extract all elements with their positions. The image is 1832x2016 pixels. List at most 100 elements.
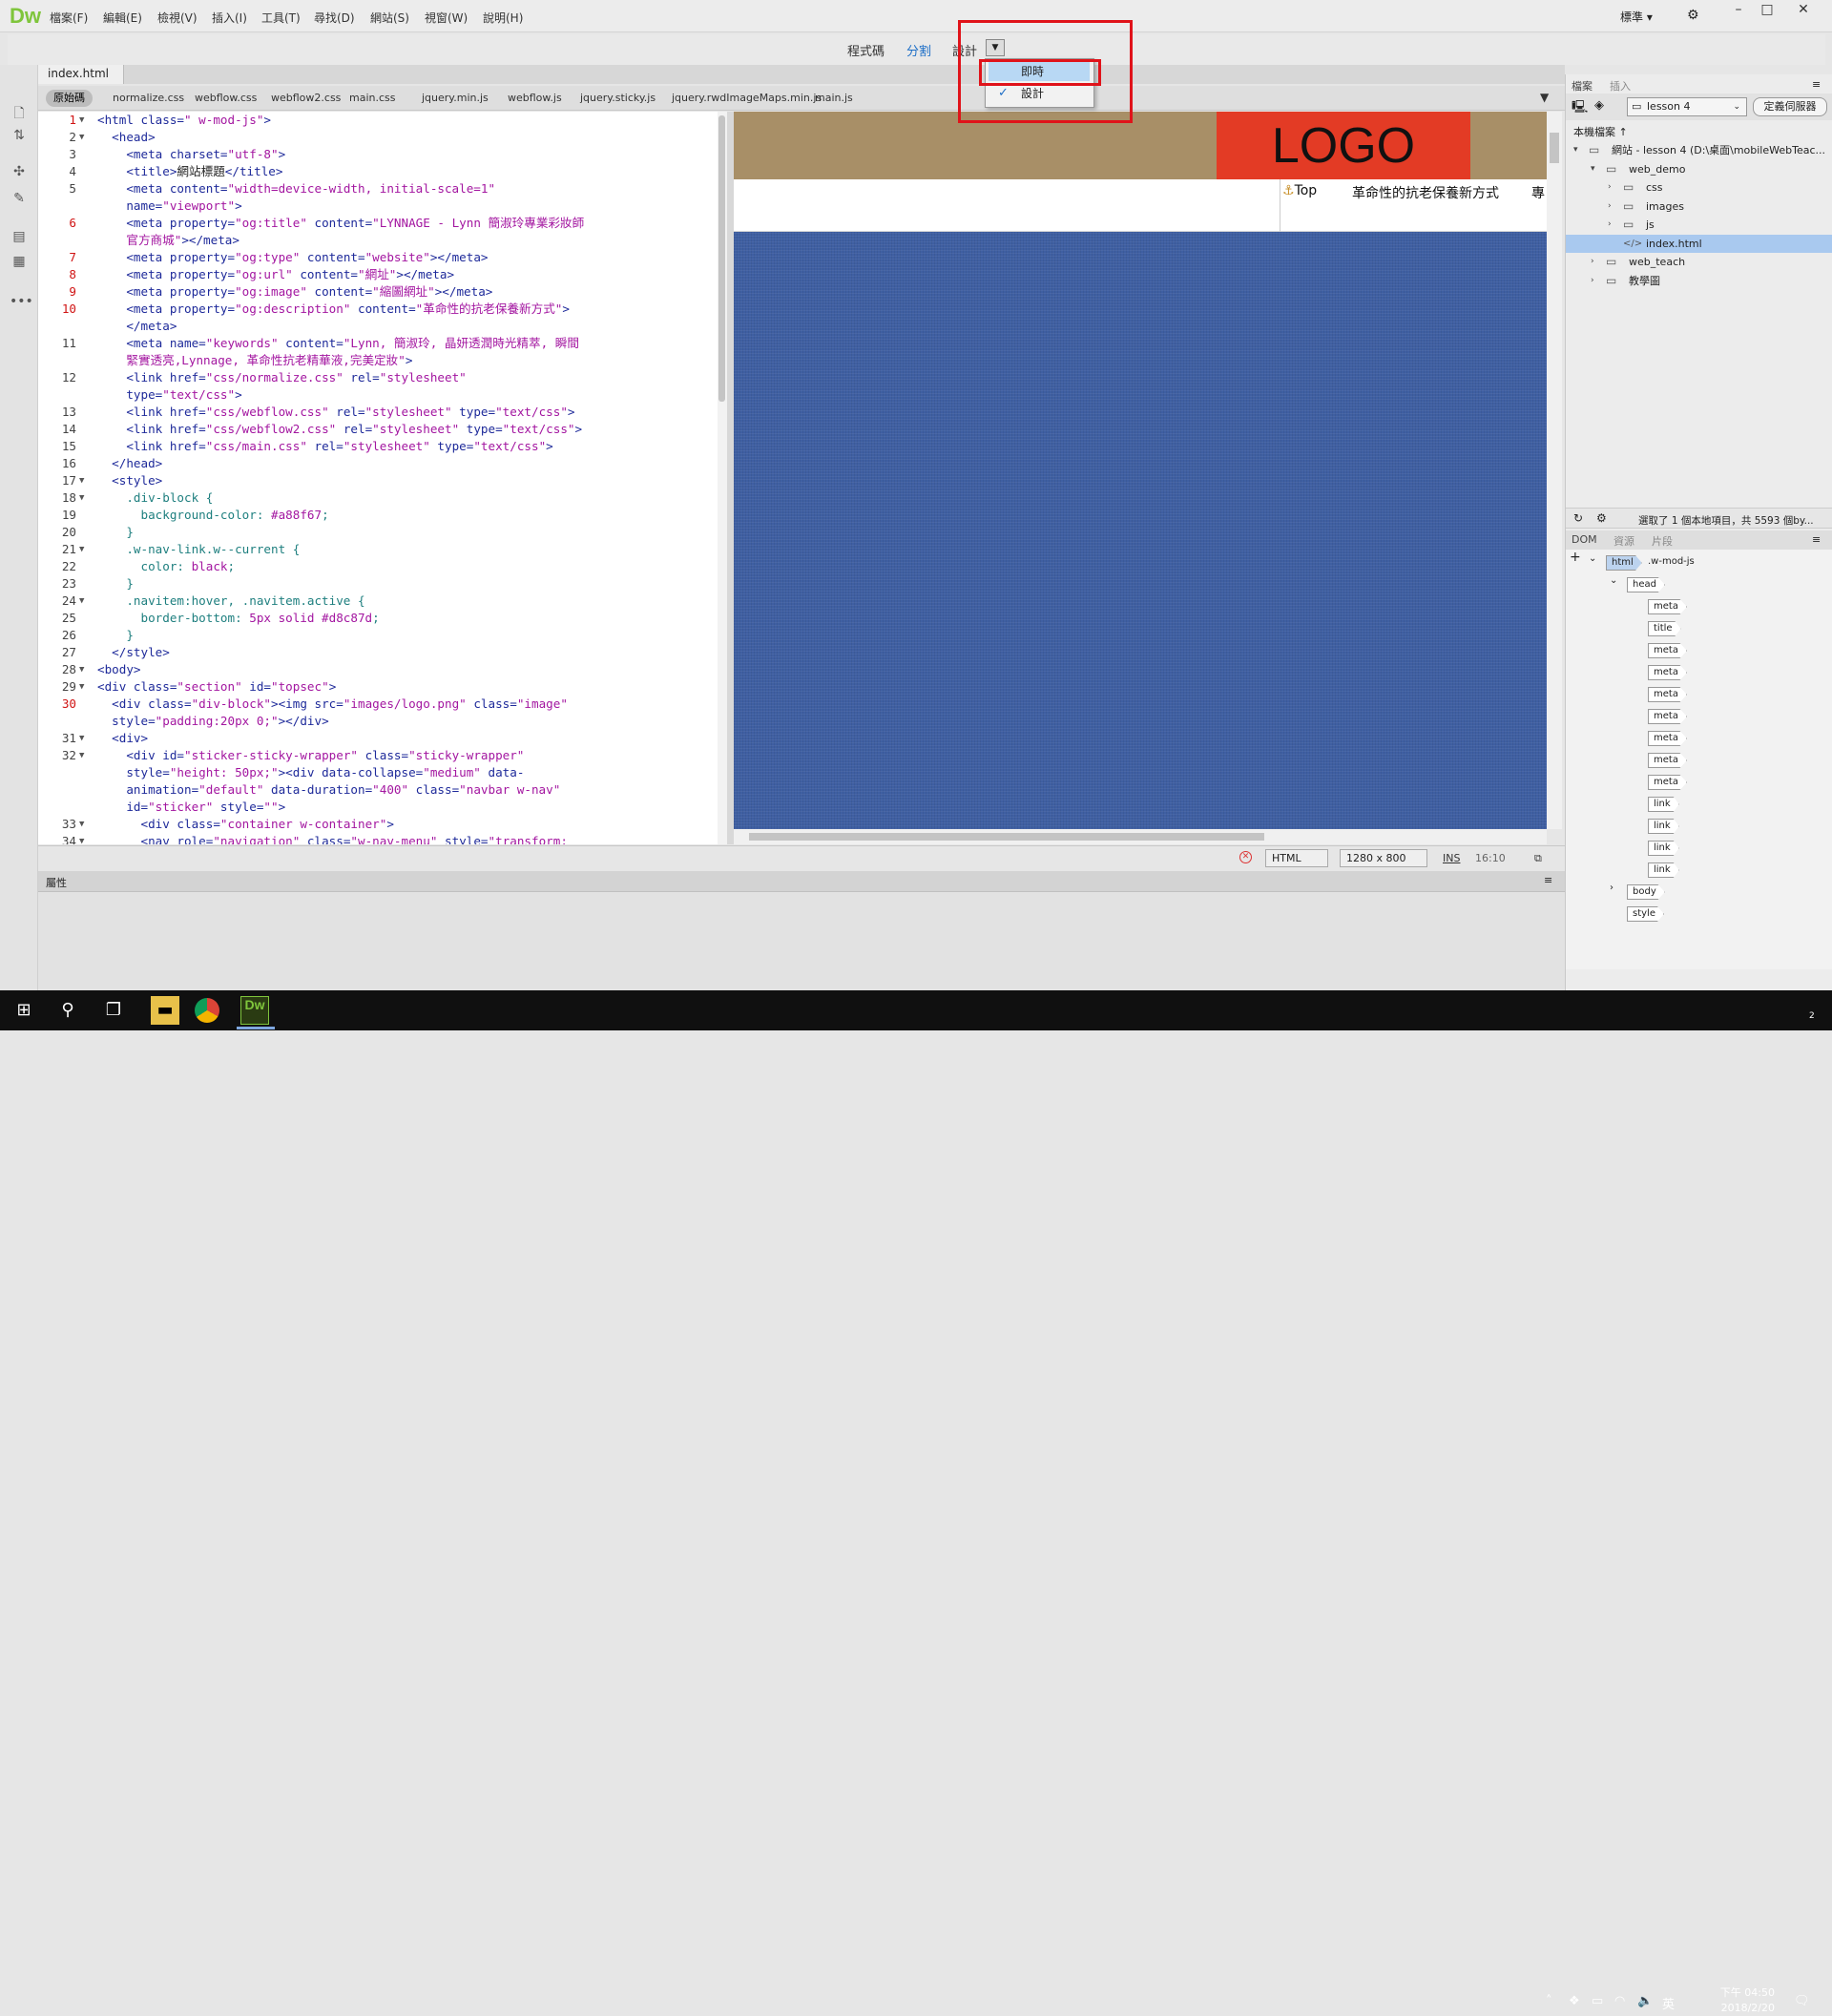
dom-panel-tab[interactable]: 資源 bbox=[1613, 533, 1634, 549]
windows-start-icon[interactable]: ⊞ bbox=[10, 996, 38, 1025]
code-line[interactable]: 7 <meta property="og:type" content="webs… bbox=[38, 249, 725, 266]
fold-arrow-icon[interactable]: ▼ bbox=[79, 661, 84, 678]
dropbox-icon[interactable]: ❖ bbox=[1569, 1994, 1580, 2008]
code-line[interactable]: 18 ▼ .div-block { bbox=[38, 489, 725, 507]
dom-panel-tab[interactable]: 片段 bbox=[1652, 533, 1673, 549]
comment-icon[interactable]: ▤ bbox=[10, 229, 29, 244]
fold-arrow-icon[interactable]: ▼ bbox=[79, 747, 84, 764]
dom-node[interactable]: link bbox=[1648, 797, 1679, 812]
code-line[interactable]: 官方商城"></meta> bbox=[38, 232, 725, 249]
code-line[interactable]: 3 <meta charset="utf-8"> bbox=[38, 146, 725, 163]
related-file-tab[interactable]: 原始碼 bbox=[46, 90, 93, 107]
dom-panel-tab[interactable]: DOM bbox=[1572, 533, 1597, 546]
code-line[interactable]: 24 ▼ .navitem:hover, .navitem.active { bbox=[38, 592, 725, 610]
tree-toggle-icon[interactable]: › bbox=[1591, 253, 1594, 271]
code-editor[interactable]: 1 ▼ <html class=" w-mod-js"> 2 ▼ <head> 3 <me… bbox=[38, 112, 727, 844]
split-divider[interactable] bbox=[727, 112, 734, 844]
clock[interactable]: 下午 04:50 2018/2/20 bbox=[1714, 1985, 1775, 2016]
dom-node[interactable]: meta bbox=[1648, 775, 1687, 790]
code-line[interactable]: 32 ▼ <div id="sticker-sticky-wrapper" cla… bbox=[38, 747, 725, 764]
code-line[interactable]: 12 <link href="css/normalize.css" rel="s… bbox=[38, 369, 725, 386]
menu-item[interactable]: 網站(S) bbox=[370, 10, 409, 26]
code-line[interactable]: 緊實透亮,Lynnage, 革命性抗老精華液,完美定妝"> bbox=[38, 352, 725, 369]
preview-icon[interactable]: ⧉ bbox=[1534, 852, 1542, 865]
file-tree-item[interactable]: › ▭ web_teach bbox=[1566, 253, 1832, 271]
code-line[interactable]: name="viewport"> bbox=[38, 197, 725, 215]
menu-item[interactable]: 說明(H) bbox=[483, 10, 523, 26]
code-line[interactable]: 34 ▼ <nav role="navigation" class="w-nav-… bbox=[38, 833, 725, 844]
code-line[interactable]: 15 <link href="css/main.css" rel="styles… bbox=[38, 438, 725, 455]
maximize-button[interactable]: □ bbox=[1754, 0, 1780, 21]
code-line[interactable]: 14 <link href="css/webflow2.css" rel="st… bbox=[38, 421, 725, 438]
code-view-button[interactable]: 程式碼 bbox=[847, 41, 885, 59]
dom-node[interactable]: meta bbox=[1648, 599, 1687, 614]
code-line[interactable]: style="height: 50px;"><div data-collapse… bbox=[38, 764, 725, 781]
fold-arrow-icon[interactable]: ▼ bbox=[79, 816, 84, 833]
document-tab[interactable]: index.html × bbox=[38, 65, 124, 98]
code-line[interactable]: type="text/css"> bbox=[38, 386, 725, 404]
insert-mode[interactable]: INS bbox=[1443, 852, 1460, 864]
code-line[interactable]: 6 <meta property="og:title" content="LYN… bbox=[38, 215, 725, 232]
tree-toggle-icon[interactable]: › bbox=[1608, 197, 1612, 216]
fold-arrow-icon[interactable]: ▼ bbox=[79, 592, 84, 610]
panel-menu-icon[interactable]: ≡ bbox=[1812, 78, 1821, 91]
git-icon[interactable]: ◈ bbox=[1594, 98, 1604, 113]
local-files-header[interactable]: 本機檔案 ↑ bbox=[1573, 124, 1628, 139]
code-line[interactable]: 8 <meta property="og:url" content="網址"><… bbox=[38, 266, 725, 283]
dom-node[interactable]: html bbox=[1606, 555, 1642, 571]
code-line[interactable]: 19 background-color: #a88f67; bbox=[38, 507, 725, 524]
menu-item[interactable]: 檔案(F) bbox=[50, 10, 88, 26]
code-line[interactable]: 9 <meta property="og:image" content="縮圖網… bbox=[38, 283, 725, 301]
tab-files[interactable]: 檔案 bbox=[1572, 78, 1593, 94]
task-view-icon[interactable]: ❐ bbox=[99, 996, 128, 1025]
fold-arrow-icon[interactable]: ▼ bbox=[79, 112, 84, 129]
related-file-tab[interactable]: webflow2.css bbox=[263, 90, 348, 107]
code-line[interactable]: 1 ▼ <html class=" w-mod-js"> bbox=[38, 112, 725, 129]
menu-item[interactable]: 工具(T) bbox=[261, 10, 301, 26]
dom-node[interactable]: meta bbox=[1648, 753, 1687, 768]
file-tree-item[interactable]: ▾ ▭ web_demo bbox=[1566, 160, 1832, 178]
chevron-up-icon[interactable]: ˄ bbox=[1546, 1994, 1552, 2008]
tree-toggle-icon[interactable]: ▾ bbox=[1573, 141, 1578, 159]
minimize-button[interactable]: – bbox=[1725, 0, 1752, 21]
dreamweaver-icon[interactable]: Dw bbox=[240, 996, 269, 1025]
tree-toggle-icon[interactable]: › bbox=[1591, 272, 1594, 290]
related-file-tab[interactable]: webflow.css bbox=[187, 90, 264, 107]
fold-arrow-icon[interactable]: ▼ bbox=[79, 129, 84, 146]
code-scroll-thumb[interactable] bbox=[718, 115, 725, 402]
logo-image[interactable]: LOGO bbox=[1217, 112, 1470, 179]
code-line[interactable]: 22 color: black; bbox=[38, 558, 725, 575]
code-line[interactable]: animation="default" data-duration="400" … bbox=[38, 781, 725, 799]
design-vscroll-thumb[interactable] bbox=[1550, 133, 1559, 163]
refresh-icon[interactable]: ↻ bbox=[1573, 511, 1583, 525]
manage-sites-button[interactable]: 定義伺服器 bbox=[1753, 97, 1827, 116]
filter-icon[interactable]: ▼ bbox=[1540, 91, 1549, 104]
fold-arrow-icon[interactable]: ▼ bbox=[79, 678, 84, 696]
dom-node[interactable]: meta bbox=[1648, 665, 1687, 680]
code-line[interactable]: 16 </head> bbox=[38, 455, 725, 472]
dom-node[interactable]: meta bbox=[1648, 687, 1687, 702]
code-line[interactable]: 5 <meta content="width=device-width, ini… bbox=[38, 180, 725, 197]
related-file-tab[interactable]: normalize.css bbox=[105, 90, 192, 107]
search-icon[interactable]: ⚲ bbox=[53, 996, 82, 1025]
file-tree-item[interactable]: ▾ ▭ 網站 - lesson 4 (D:\桌面\mobileWebTeac... bbox=[1566, 141, 1832, 159]
dom-node[interactable]: body bbox=[1627, 884, 1665, 900]
gear-icon[interactable]: ⚙ bbox=[1687, 8, 1699, 23]
dom-node[interactable]: meta bbox=[1648, 731, 1687, 746]
dom-toggle-icon[interactable]: ⌄ bbox=[1589, 553, 1596, 564]
wifi-icon[interactable]: ◠ bbox=[1614, 1994, 1625, 2008]
code-line[interactable]: 27 </style> bbox=[38, 644, 725, 661]
window-size-select[interactable]: 1280 x 800 bbox=[1340, 849, 1427, 867]
code-line[interactable]: 23 } bbox=[38, 575, 725, 592]
tree-toggle-icon[interactable]: › bbox=[1608, 178, 1612, 197]
design-view[interactable]: LOGO ⚓Top 革命性的抗老保養新方式 專 bbox=[734, 112, 1547, 844]
tab-insert[interactable]: 插入 bbox=[1610, 78, 1631, 94]
code-line[interactable]: 2 ▼ <head> bbox=[38, 129, 725, 146]
code-line[interactable]: 26 } bbox=[38, 627, 725, 644]
file-tree-item[interactable]: › ▭ css bbox=[1566, 178, 1832, 197]
close-window-button[interactable]: ✕ bbox=[1790, 0, 1817, 21]
fold-arrow-icon[interactable]: ▼ bbox=[79, 833, 84, 844]
fold-arrow-icon[interactable]: ▼ bbox=[79, 541, 84, 558]
dom-node[interactable]: link bbox=[1648, 863, 1679, 878]
error-icon[interactable]: ✕ bbox=[1239, 851, 1252, 863]
